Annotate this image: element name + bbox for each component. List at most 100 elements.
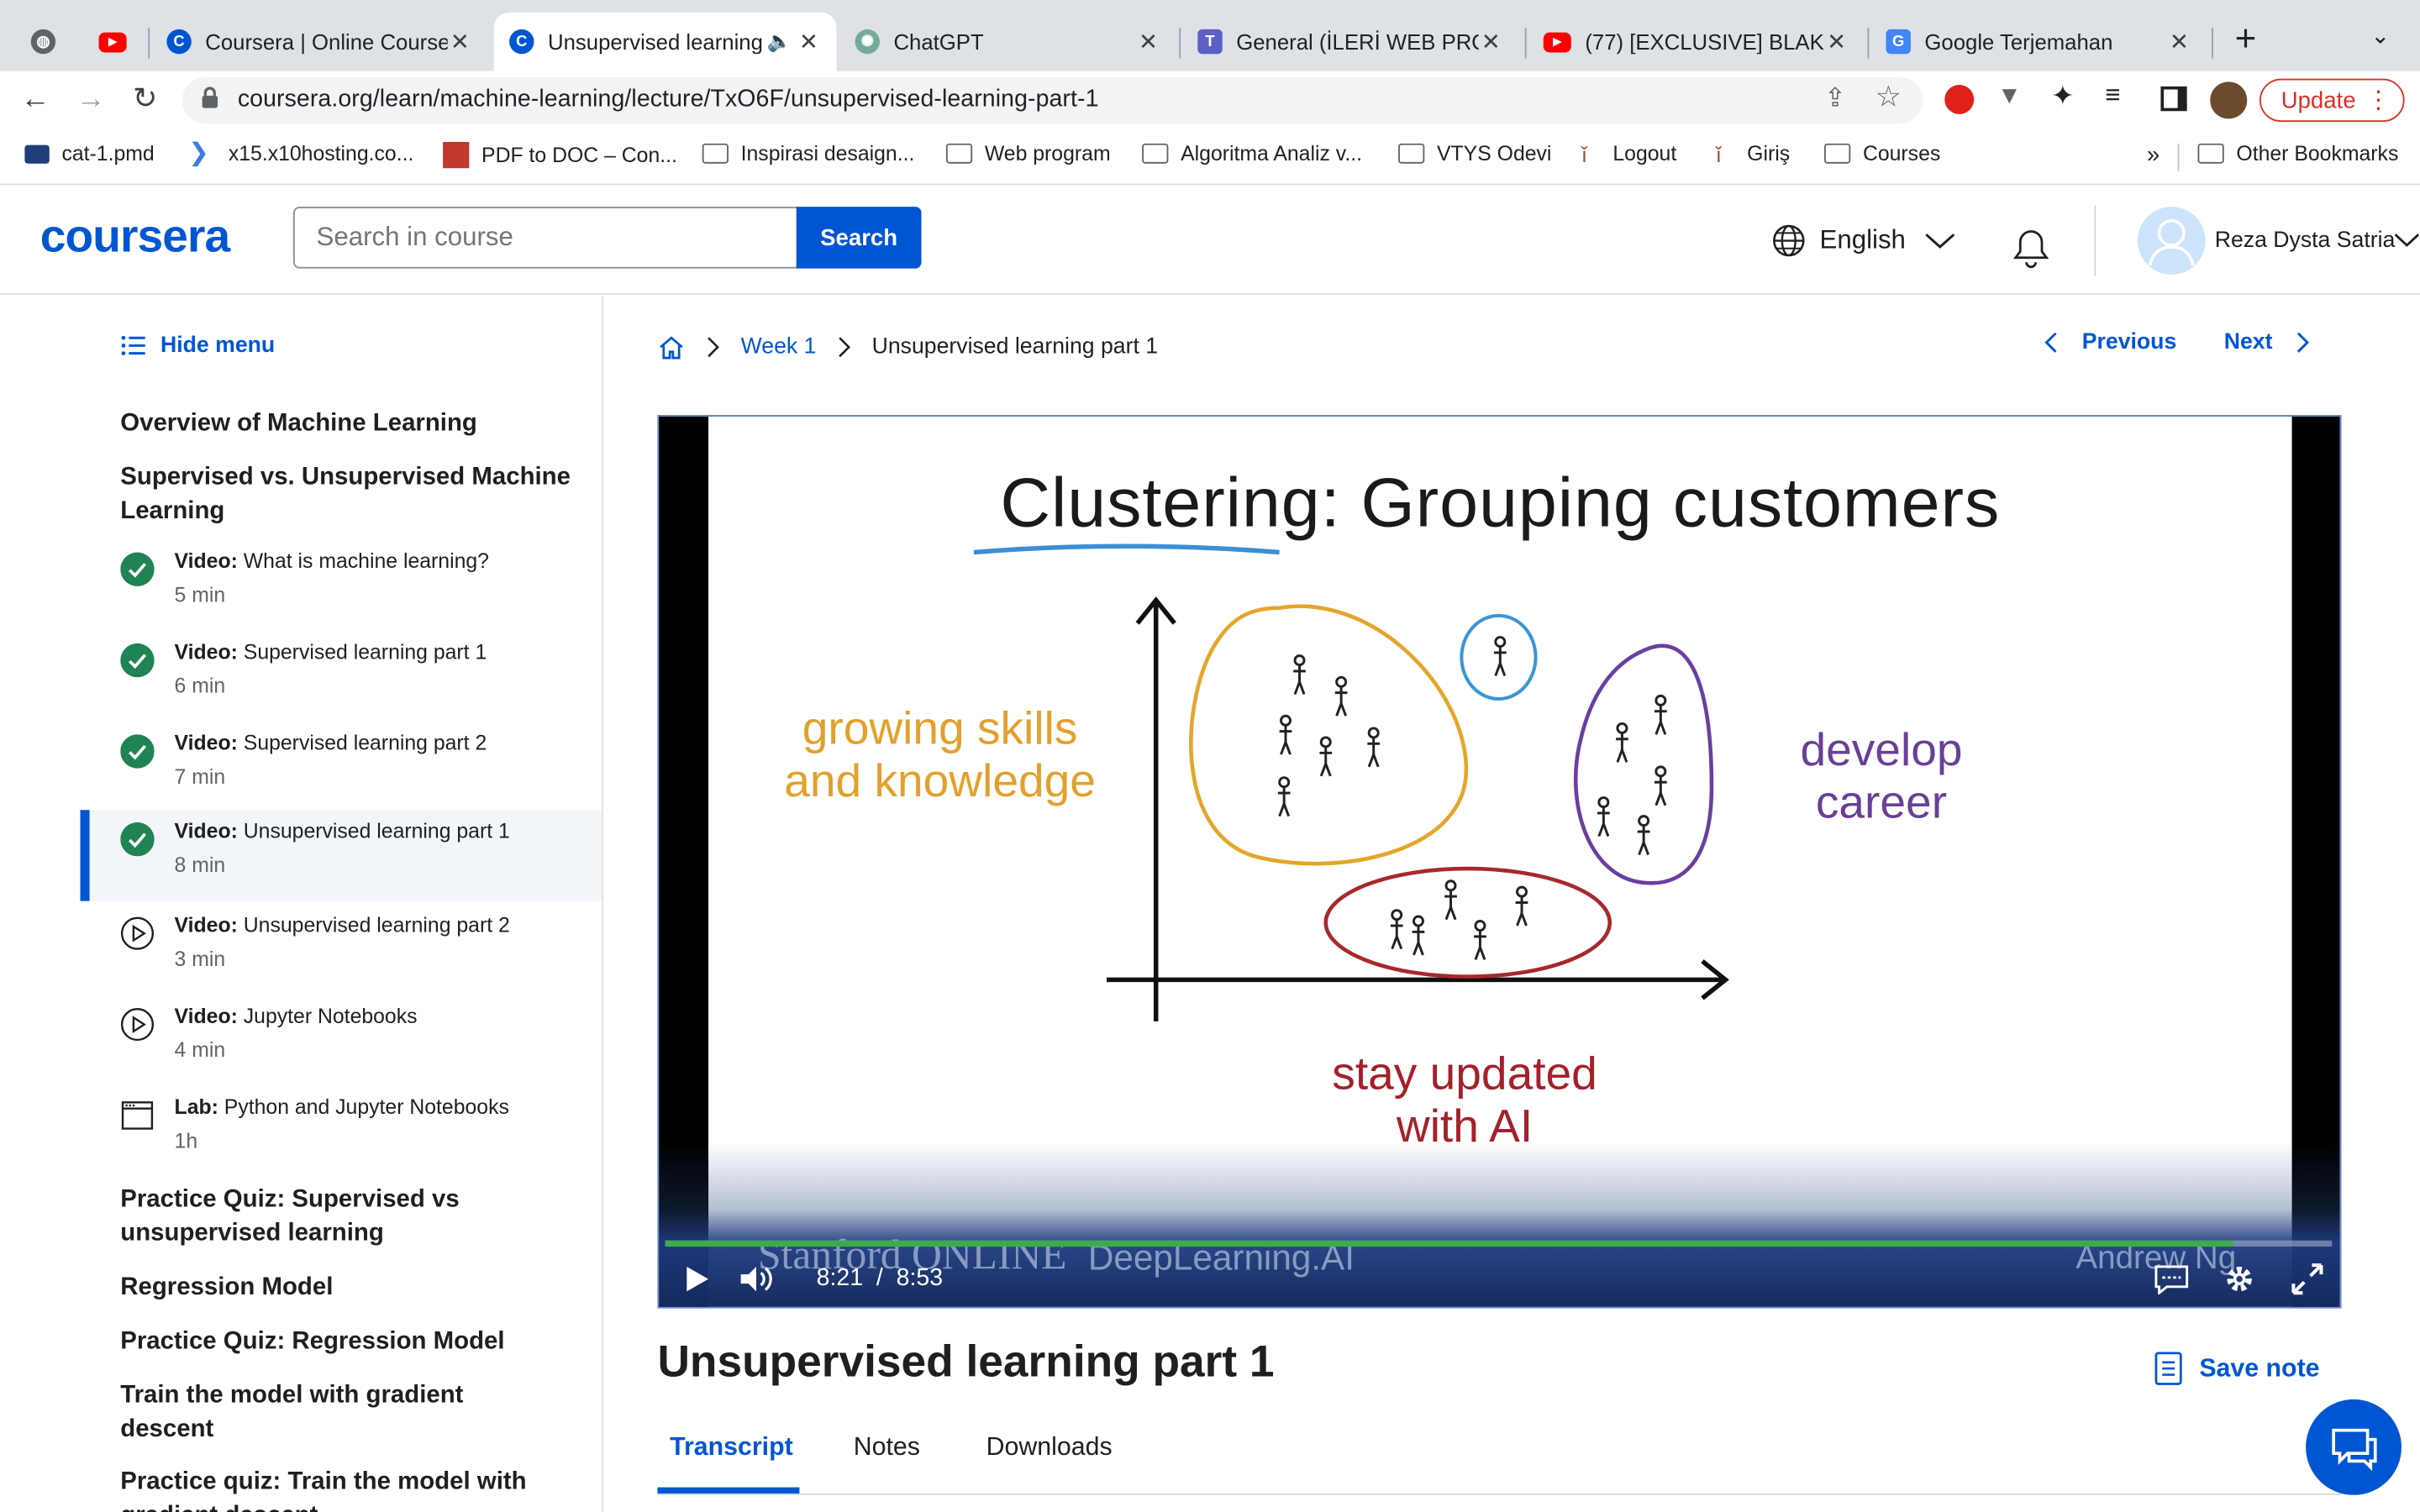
- tab-transcript[interactable]: Transcript: [670, 1433, 793, 1462]
- tab-chatgpt[interactable]: ✺ ChatGPT ✕: [839, 13, 1176, 71]
- video-player[interactable]: Clustering: Grouping customers growing s…: [657, 415, 2342, 1309]
- folder-icon: [945, 143, 973, 164]
- tab-google-translate[interactable]: G Google Terjemahan ✕: [1870, 13, 2207, 71]
- sidebar-item-video[interactable]: Video: Jupyter Notebooks 4 min: [81, 995, 602, 1086]
- time-separator: /: [876, 1265, 883, 1292]
- label-line: career: [1815, 777, 1948, 829]
- item-type: Video:: [174, 1004, 238, 1028]
- more-bookmarks-label: »: [2146, 141, 2160, 169]
- sidebar-item-lab[interactable]: Lab: Python and Jupyter Notebooks 1h: [81, 1086, 602, 1177]
- tab-search-chevron-icon[interactable]: ⌄: [2370, 22, 2390, 50]
- bookmark-separator: [2177, 143, 2180, 171]
- bookmark-item[interactable]: Courses: [1824, 142, 1940, 165]
- coursera-logo[interactable]: coursera: [40, 212, 230, 264]
- bookmark-item[interactable]: ❯ x15.x10hosting.co...: [188, 140, 413, 165]
- module-practice-quiz-gradient[interactable]: Practice quiz: Train the model with grad…: [120, 1466, 568, 1512]
- bookmark-item[interactable]: cat-1.pmd: [24, 142, 155, 165]
- close-tab-icon[interactable]: ✕: [448, 28, 472, 55]
- share-icon[interactable]: ⇪: [1824, 83, 1846, 114]
- bookmark-item[interactable]: VTYS Odevi: [1398, 142, 1551, 165]
- close-tab-icon[interactable]: ✕: [797, 28, 821, 55]
- progress-track[interactable]: [665, 1240, 2333, 1247]
- active-tab-indicator: [657, 1487, 800, 1494]
- tab-notes[interactable]: Notes: [854, 1433, 920, 1462]
- tab-teams-general[interactable]: T General (İLERİ WEB PROG ✕: [1182, 13, 1518, 71]
- chevron-left-icon: [2044, 332, 2057, 353]
- module-regression-model[interactable]: Regression Model: [120, 1271, 583, 1305]
- address-bar[interactable]: coursera.org/learn/machine-learning/lect…: [182, 76, 1923, 123]
- bookmark-label: Courses: [1862, 141, 1941, 165]
- language-selector[interactable]: English: [1772, 223, 1957, 257]
- next-button[interactable]: Next: [2224, 330, 2314, 354]
- bookmark-item[interactable]: ǐ Logout: [1582, 142, 1677, 165]
- captions-icon[interactable]: [2153, 1263, 2190, 1295]
- tab-downloads[interactable]: Downloads: [986, 1433, 1113, 1462]
- tab-pinned-globe[interactable]: ◍: [15, 13, 76, 71]
- tab-pinned-youtube[interactable]: ▶: [83, 13, 145, 71]
- more-bookmarks-button[interactable]: »: [2147, 142, 2160, 168]
- settings-gear-icon[interactable]: [2223, 1262, 2256, 1295]
- sidebar-item-video[interactable]: Video: Supervised learning part 2 7 min: [81, 722, 602, 813]
- notification-bell-icon[interactable]: [2009, 227, 2052, 270]
- bookmark-item[interactable]: Algoritma Analiz v...: [1142, 142, 1362, 165]
- bookmark-item[interactable]: Inspirasi desaign...: [702, 142, 914, 165]
- item-type: Video:: [174, 549, 238, 573]
- breadcrumb-week[interactable]: Week 1: [741, 335, 817, 360]
- vpn-extension-icon[interactable]: ▼: [1997, 83, 2022, 111]
- new-tab-plus-icon[interactable]: +: [2235, 18, 2257, 61]
- sidebar-item-video[interactable]: Video: What is machine learning? 5 min: [81, 540, 602, 631]
- progress-fill: [665, 1240, 2234, 1247]
- lock-icon[interactable]: [201, 87, 219, 108]
- tabs-divider: [657, 1493, 2342, 1495]
- search-button[interactable]: Search: [796, 207, 922, 269]
- youtube-icon: ▶: [98, 31, 127, 52]
- update-button[interactable]: Update ⋮: [2259, 78, 2405, 123]
- module-supervised-vs-unsupervised[interactable]: Supervised vs. Unsupervised Machine Lear…: [120, 461, 583, 529]
- total-time: 8:53: [896, 1265, 944, 1292]
- close-tab-icon[interactable]: ✕: [1824, 28, 1849, 55]
- reload-icon[interactable]: ↻: [125, 81, 166, 121]
- module-overview[interactable]: Overview of Machine Learning: [120, 407, 583, 441]
- home-icon[interactable]: [657, 334, 685, 360]
- search-input[interactable]: [292, 207, 798, 269]
- save-note-button[interactable]: Save note: [2154, 1352, 2320, 1385]
- module-train-gradient-descent[interactable]: Train the model with gradient descent: [120, 1379, 522, 1447]
- fullscreen-icon[interactable]: [2291, 1262, 2324, 1295]
- chat-button[interactable]: [2306, 1399, 2402, 1495]
- speaker-icon[interactable]: 🔈: [762, 29, 796, 54]
- module-practice-quiz-regression[interactable]: Practice Quiz: Regression Model: [120, 1326, 583, 1359]
- profile-avatar-icon[interactable]: [2210, 81, 2248, 119]
- customer-figure: [1390, 909, 1403, 950]
- bookmark-item[interactable]: Web program: [945, 142, 1111, 165]
- customer-figure: [1412, 915, 1425, 956]
- close-tab-icon[interactable]: ✕: [2167, 28, 2191, 55]
- chevron-down-icon[interactable]: [2394, 233, 2420, 248]
- forward-arrow-icon[interactable]: →: [71, 81, 111, 121]
- bookmark-star-icon[interactable]: ☆: [1876, 81, 1902, 116]
- sidebar-item-video[interactable]: Video: Supervised learning part 1 6 min: [81, 631, 602, 722]
- hide-menu-button[interactable]: Hide menu: [120, 333, 275, 358]
- side-panel-icon[interactable]: [2160, 86, 2187, 112]
- sidebar-item-video-current[interactable]: Video: Unsupervised learning part 1 8 mi…: [80, 810, 602, 901]
- user-avatar[interactable]: [2137, 207, 2206, 275]
- tab-youtube-video[interactable]: ▶ (77) [EXCLUSIVE] BLAK ✕: [1528, 13, 1864, 71]
- bookmark-item[interactable]: PDF to DOC – Con...: [443, 141, 677, 169]
- user-name[interactable]: Reza Dysta Satria: [2215, 228, 2396, 253]
- close-tab-icon[interactable]: ✕: [1136, 28, 1160, 55]
- volume-icon[interactable]: [739, 1263, 776, 1294]
- other-bookmarks-item[interactable]: Other Bookmarks: [2197, 142, 2398, 165]
- media-control-icon[interactable]: ≡: [2105, 81, 2120, 112]
- sidebar-item-video[interactable]: Video: Unsupervised learning part 2 3 mi…: [81, 904, 602, 995]
- bookmark-item[interactable]: ǐ Giriş: [1716, 142, 1790, 165]
- previous-button[interactable]: Previous: [2040, 330, 2176, 354]
- module-practice-quiz-supervised[interactable]: Practice Quiz: Supervised vs unsupervise…: [120, 1184, 506, 1252]
- play-icon[interactable]: [684, 1265, 712, 1293]
- item-title: Video: Supervised learning part 1: [175, 640, 487, 664]
- browser-tab-strip: ◍ ▶ C Coursera | Online Courses ✕ C Unsu…: [0, 0, 2420, 71]
- adblock-extension-icon[interactable]: [1944, 85, 1975, 114]
- tab-coursera[interactable]: C Coursera | Online Courses ✕: [151, 13, 487, 71]
- close-tab-icon[interactable]: ✕: [1479, 28, 1503, 55]
- extensions-puzzle-icon[interactable]: ✦: [2051, 81, 2075, 113]
- tab-unsupervised-learning[interactable]: C Unsupervised learning 🔈 ✕: [493, 12, 837, 71]
- back-arrow-icon[interactable]: ←: [15, 81, 55, 121]
